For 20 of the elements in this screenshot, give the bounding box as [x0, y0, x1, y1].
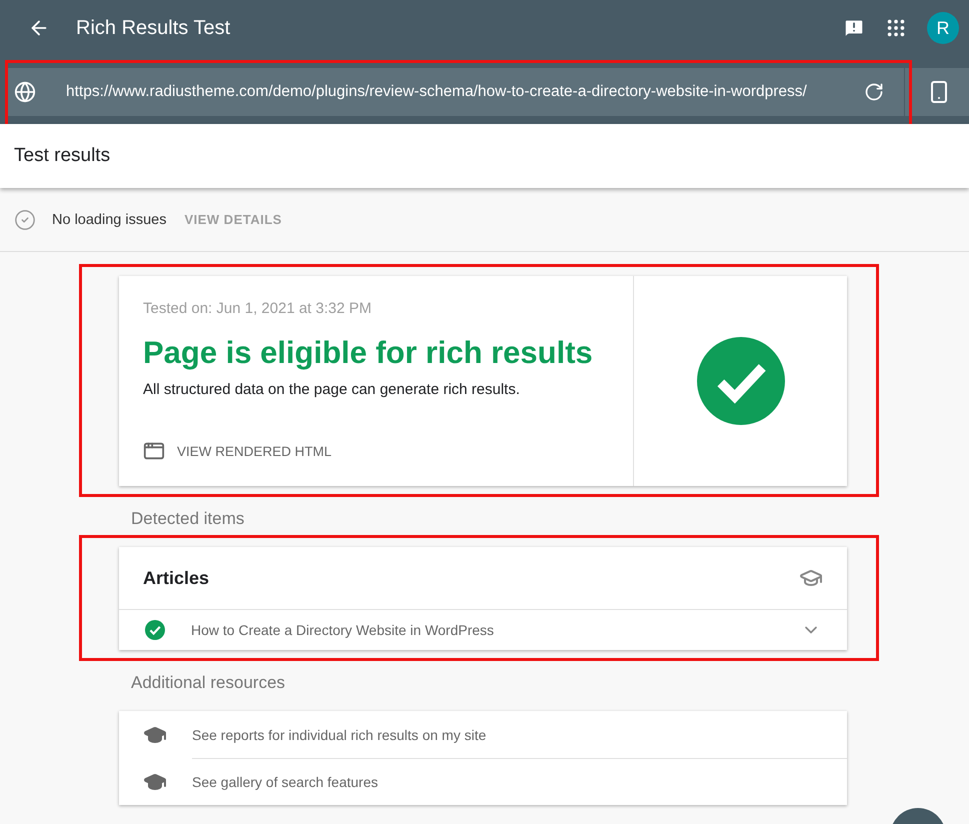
- resource-link[interactable]: See reports for individual rich results on my site: [192, 710, 847, 758]
- app-title: Rich Results Test: [76, 16, 232, 40]
- account-avatar[interactable]: R: [927, 12, 959, 44]
- loading-status: No loading issues: [52, 212, 166, 228]
- tested-date: Tested on: Jun 1, 2021 at 3:32 PM: [143, 300, 372, 317]
- check-circle-icon: [14, 208, 36, 230]
- apps-grid-icon: [885, 17, 907, 39]
- section-heading: Additional resources: [131, 673, 286, 693]
- resource-link[interactable]: See gallery of search features: [192, 758, 847, 806]
- item-title: How to Create a Directory Website in WordPress: [191, 622, 495, 638]
- globe-icon: [14, 81, 36, 103]
- result-description: All structured data on the page can generate rich results.: [143, 381, 521, 398]
- group-title: Articles: [143, 568, 210, 588]
- browser-window-icon: [143, 440, 165, 462]
- section-heading: Detected items: [131, 509, 246, 529]
- refresh-icon: [864, 82, 884, 102]
- detected-item[interactable]: How to Create a Directory Website in WordPress: [119, 610, 847, 650]
- view-html-button[interactable]: VIEW RENDERED HTML: [143, 440, 332, 462]
- section-title: Test results: [14, 145, 110, 167]
- result-headline: Page is eligible for rich results: [143, 335, 594, 371]
